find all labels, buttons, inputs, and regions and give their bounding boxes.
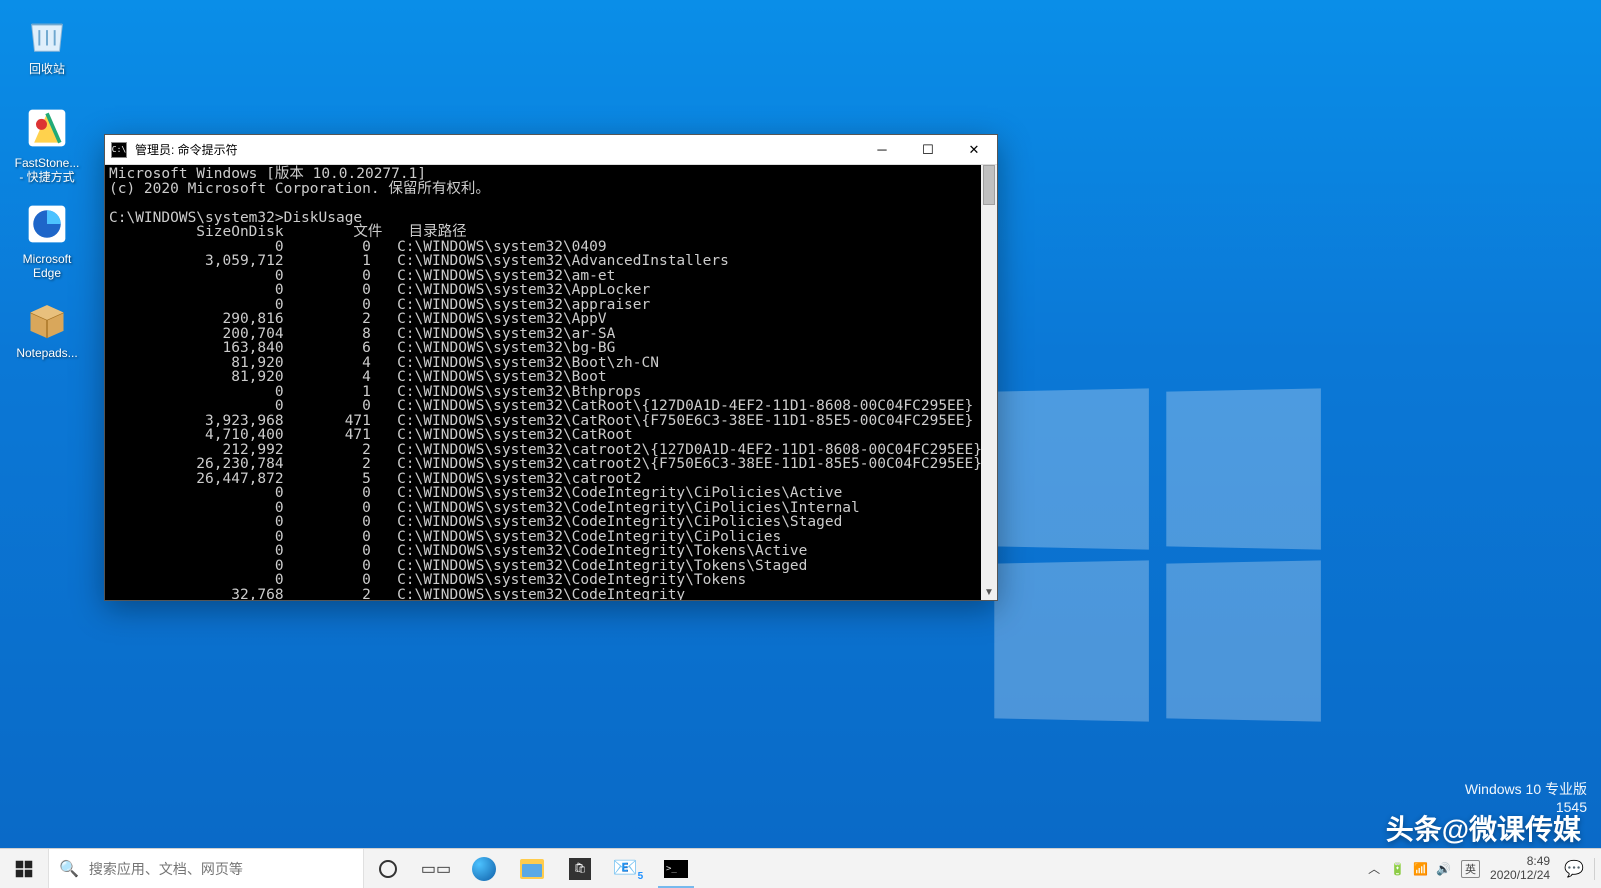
taskbar-store[interactable]: 🛍 [556,849,604,888]
clock[interactable]: 8:49 2020/12/24 [1490,855,1554,883]
minimize-button[interactable]: ─ [859,135,905,164]
taskbar-mail[interactable]: 📧5 [604,849,652,888]
task-view-button[interactable]: ▭▭ [412,849,460,888]
desktop-icon-label: 回收站 [8,62,86,76]
clock-date: 2020/12/24 [1490,869,1550,883]
windows-logo-wallpaper [991,390,1321,720]
notifications-button[interactable]: 💬 [1564,859,1584,879]
desktop-icon-2[interactable]: MicrosoftEdge [8,200,86,281]
system-tray: ︿ 🔋 📶 🔊 英 8:49 2020/12/24 💬 [1368,849,1601,888]
edge-icon [23,200,71,248]
search-icon: 🔍 [59,859,79,879]
cmd-scrollbar[interactable]: ▲ ▼ [981,165,997,600]
scroll-down-arrow[interactable]: ▼ [981,584,997,600]
start-button[interactable] [0,849,48,888]
show-desktop-button[interactable] [1594,858,1595,880]
taskbar: 🔍 ▭▭ 🛍 📧5 >_ ︿ 🔋 📶 🔊 英 8:49 2020/12/24 💬 [0,848,1601,888]
cmd-titlebar[interactable]: C:\ 管理员: 命令提示符 ─ ☐ ✕ [105,135,997,165]
search-input[interactable] [89,861,353,877]
folder-icon [520,859,544,879]
desktop-icon-label: FastStone...- 快捷方式 [8,156,86,185]
volume-icon[interactable]: 🔊 [1436,862,1451,876]
ime-indicator[interactable]: 英 [1461,860,1480,878]
search-box[interactable]: 🔍 [48,849,364,888]
battery-icon[interactable]: 🔋 [1390,862,1405,876]
desktop-icon-0[interactable]: 回收站 [8,10,86,76]
source-watermark: 头条@微课传媒 [1386,808,1581,848]
close-button[interactable]: ✕ [951,135,997,164]
edge-icon [472,857,496,881]
desktop-icon-1[interactable]: FastStone...- 快捷方式 [8,104,86,185]
desktop-icon-3[interactable]: Notepads... [8,294,86,360]
cmd-window[interactable]: C:\ 管理员: 命令提示符 ─ ☐ ✕ Microsoft Windows [… [104,134,998,601]
clock-time: 8:49 [1490,855,1550,869]
taskbar-cmd[interactable]: >_ [652,849,700,888]
cmd-body[interactable]: Microsoft Windows [版本 10.0.20277.1] (c) … [105,165,997,600]
mail-icon: 📧5 [613,855,643,882]
cmd-output: Microsoft Windows [版本 10.0.20277.1] (c) … [105,165,981,600]
box-icon [23,294,71,342]
cmd-icon: C:\ [111,142,127,158]
desktop[interactable]: 回收站 FastStone...- 快捷方式 MicrosoftEdge Notepa… [0,0,1601,888]
circle-icon [379,860,397,878]
cmd-title-text: 管理员: 命令提示符 [135,141,238,158]
scroll-thumb[interactable] [983,165,995,205]
maximize-button[interactable]: ☐ [905,135,951,164]
tray-overflow-button[interactable]: ︿ [1368,860,1380,877]
recycle-icon [23,10,71,58]
task-view-icon: ▭▭ [421,859,451,879]
terminal-icon: >_ [664,860,688,878]
network-icon[interactable]: 📶 [1413,862,1428,876]
faststone-icon [23,104,71,152]
taskbar-explorer[interactable] [508,849,556,888]
store-icon: 🛍 [569,858,591,880]
desktop-icon-label: Notepads... [8,346,86,360]
desktop-icon-label: MicrosoftEdge [8,252,86,281]
taskbar-edge[interactable] [460,849,508,888]
cortana-button[interactable] [364,849,412,888]
windows-icon [15,860,33,878]
